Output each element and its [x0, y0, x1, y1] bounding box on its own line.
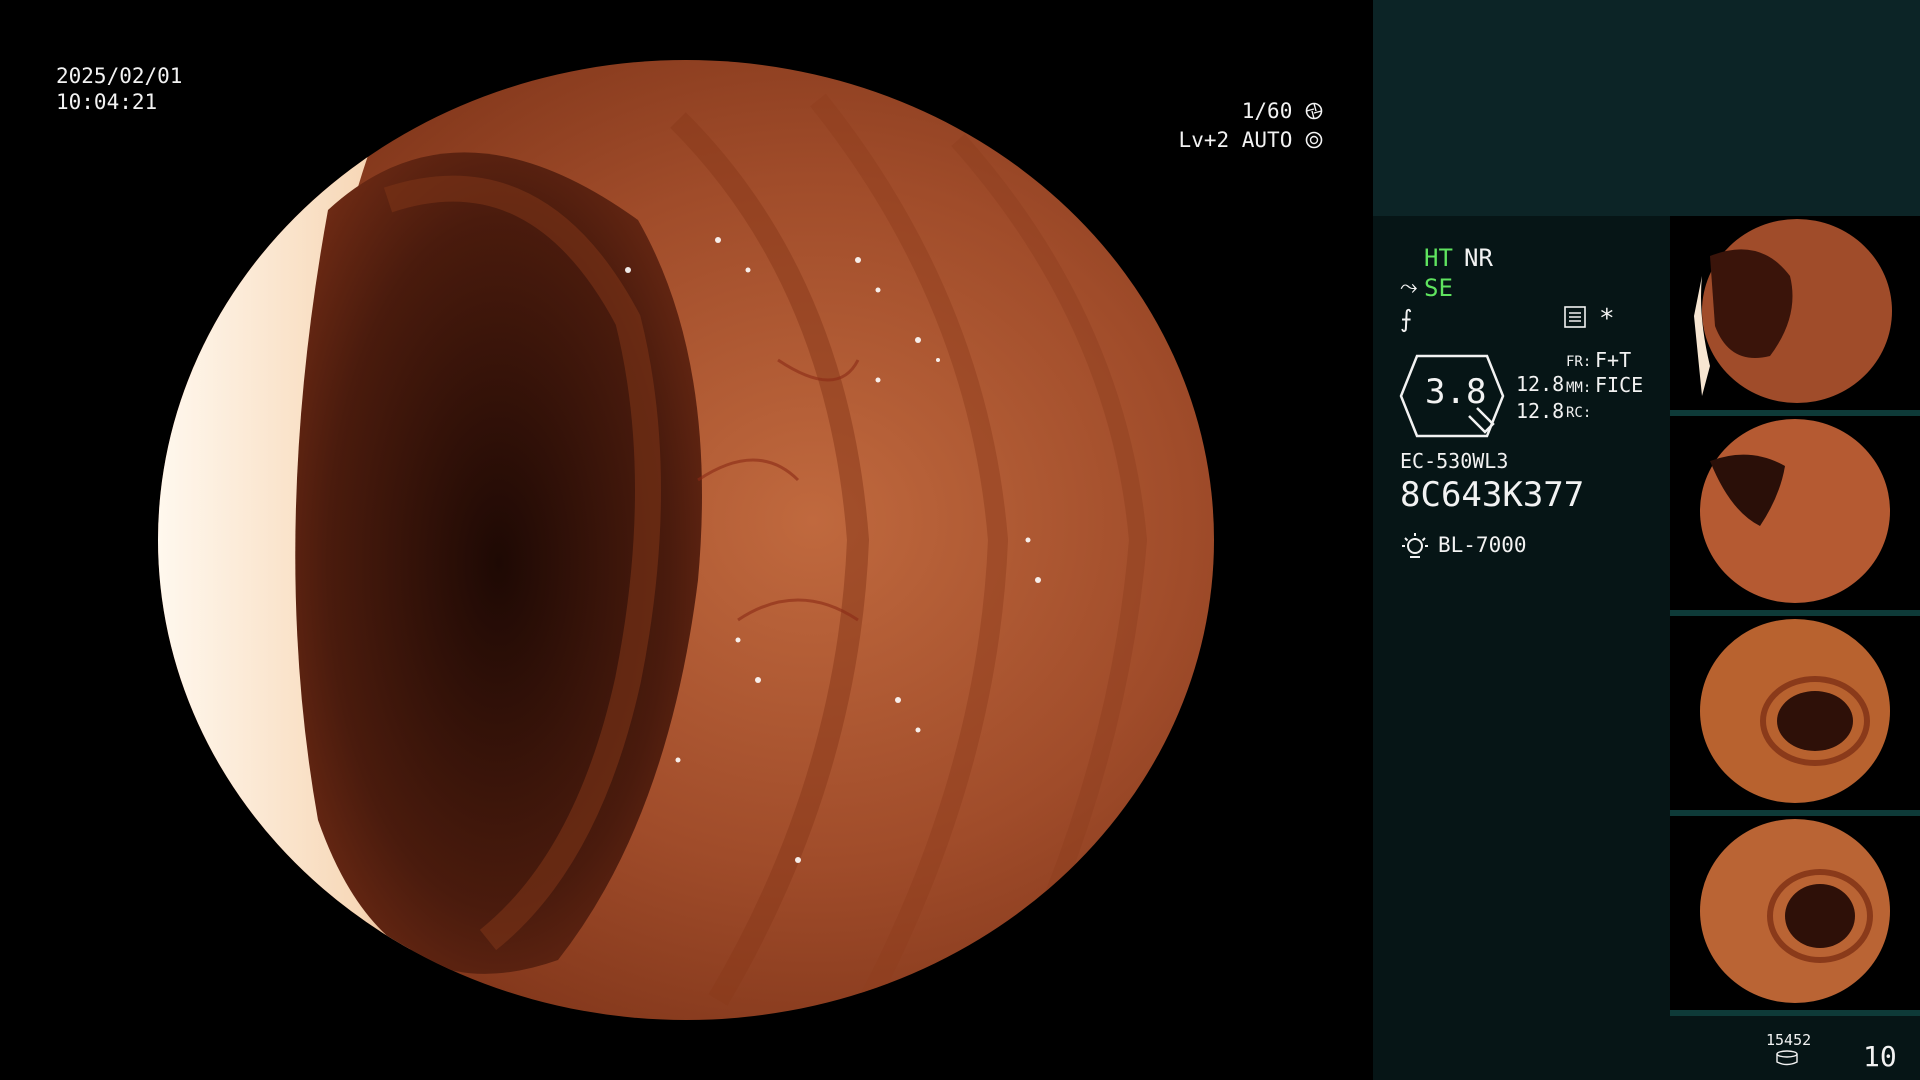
mode-nr-indicator: NR [1464, 244, 1493, 272]
light-icon [1402, 533, 1428, 558]
mm-value: FICE [1595, 373, 1644, 397]
fr-value: F+T [1595, 348, 1632, 372]
thumbnail-3[interactable] [1670, 616, 1920, 816]
light-source: BL-7000 [1438, 533, 1527, 557]
main-endoscope-view: 2025/02/01 10:04:21 1/60 Lv+2 AUTO [0, 0, 1373, 1080]
time-display: 10:04:21 [56, 90, 158, 114]
zoom-value-1: 12.8 [1516, 372, 1565, 396]
zoom-value-2: 12.8 [1516, 399, 1565, 423]
se-icon: ⤳ [1400, 275, 1418, 300]
thumbnail-bar [1670, 1010, 1920, 1016]
thumbnail-1[interactable] [1670, 216, 1920, 416]
thumbnail-2[interactable] [1670, 416, 1920, 616]
storage-count: 15452 [1766, 1031, 1812, 1049]
mm-label: MM: [1566, 380, 1592, 396]
shutter-value: 1/60 [1241, 99, 1293, 123]
scope-serial: 8C643K377 [1400, 475, 1585, 515]
endoscopic-image [158, 60, 1214, 1020]
shutter-icon [1305, 102, 1323, 120]
mode-se-indicator: SE [1424, 274, 1453, 302]
menu-icon [1564, 306, 1586, 328]
zoom-value: 3.8 [1425, 372, 1487, 412]
scope-model: EC-530WL3 [1400, 449, 1509, 473]
asterisk-indicator: * [1599, 304, 1615, 334]
mode-ht-indicator: HT [1424, 244, 1453, 272]
info-panel: HT NR ⤳ SE ⨍ * 3.8 12.8 12.8 FR: F+T MM:… [1373, 0, 1920, 1080]
fr-label: FR: [1566, 354, 1592, 370]
shutter-speed: 1/60 [1242, 98, 1323, 124]
rc-label: RC: [1566, 405, 1592, 421]
panel-header-area [1373, 0, 1920, 216]
thumbnail-4[interactable] [1670, 816, 1920, 1016]
capture-count: 10 [1863, 1040, 1897, 1073]
storage-icon [1776, 1050, 1798, 1066]
iris-icon [1305, 131, 1323, 149]
capture-thumbnails [1670, 216, 1920, 1016]
flag-icon: ⨍ [1400, 305, 1413, 333]
